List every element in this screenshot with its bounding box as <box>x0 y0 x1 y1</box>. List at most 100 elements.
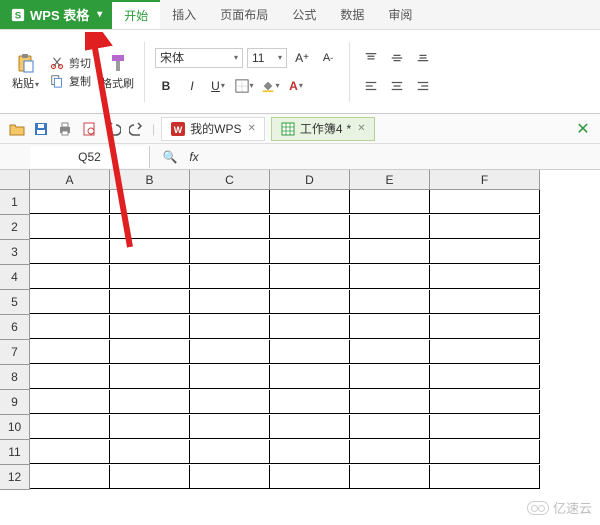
cell[interactable] <box>350 415 430 439</box>
column-header[interactable]: C <box>190 170 270 190</box>
italic-button[interactable]: I <box>181 75 203 97</box>
fill-color-icon[interactable]: ▾ <box>259 75 281 97</box>
cell[interactable] <box>190 240 270 264</box>
cell[interactable] <box>270 315 350 339</box>
cell[interactable] <box>30 190 110 214</box>
row-header[interactable]: 2 <box>0 215 30 240</box>
cell[interactable] <box>110 215 190 239</box>
cell[interactable] <box>350 465 430 489</box>
column-header[interactable]: E <box>350 170 430 190</box>
cell[interactable] <box>110 465 190 489</box>
menu-tab-formula[interactable]: 公式 <box>280 0 328 29</box>
cell[interactable] <box>430 240 540 264</box>
paste-label[interactable]: 粘贴▾ <box>12 75 39 91</box>
cell[interactable] <box>350 340 430 364</box>
font-size-select[interactable]: 11▾ <box>247 48 287 68</box>
cell[interactable] <box>190 365 270 389</box>
cell[interactable] <box>270 440 350 464</box>
save-icon[interactable] <box>32 120 50 138</box>
cell[interactable] <box>190 190 270 214</box>
cell[interactable] <box>190 265 270 289</box>
menu-tab-start[interactable]: 开始 <box>112 0 160 29</box>
cell[interactable] <box>30 290 110 314</box>
print-icon[interactable] <box>56 120 74 138</box>
cell[interactable] <box>430 315 540 339</box>
underline-button[interactable]: U▾ <box>207 75 229 97</box>
cell[interactable] <box>430 215 540 239</box>
new-tab-icon[interactable]: ✕ <box>574 120 592 138</box>
cell[interactable] <box>110 190 190 214</box>
decrease-font-icon[interactable]: A- <box>317 47 339 69</box>
cell[interactable] <box>350 365 430 389</box>
cell[interactable] <box>270 390 350 414</box>
select-all-corner[interactable] <box>0 170 30 190</box>
cell[interactable] <box>110 340 190 364</box>
menu-tab-review[interactable]: 审阅 <box>376 0 424 29</box>
cell[interactable] <box>110 390 190 414</box>
app-menu-button[interactable]: S WPS 表格 ▾ <box>0 0 112 29</box>
font-name-select[interactable]: 宋体▾ <box>155 48 243 68</box>
cell[interactable] <box>110 415 190 439</box>
cell[interactable] <box>190 315 270 339</box>
cell[interactable] <box>430 190 540 214</box>
cell[interactable] <box>270 340 350 364</box>
print-preview-icon[interactable] <box>80 120 98 138</box>
column-header[interactable]: F <box>430 170 540 190</box>
row-header[interactable]: 10 <box>0 415 30 440</box>
row-header[interactable]: 6 <box>0 315 30 340</box>
cell[interactable] <box>30 240 110 264</box>
cell[interactable] <box>270 190 350 214</box>
cell[interactable] <box>110 315 190 339</box>
cell[interactable] <box>270 265 350 289</box>
cell[interactable] <box>110 365 190 389</box>
fx-icon[interactable]: fx <box>182 150 206 164</box>
cell[interactable] <box>430 440 540 464</box>
cell[interactable] <box>350 390 430 414</box>
open-icon[interactable] <box>8 120 26 138</box>
search-icon[interactable]: 🔍 <box>158 150 182 164</box>
doc-tab-wps-home[interactable]: W 我的WPS ✕ <box>161 117 265 141</box>
cell[interactable] <box>30 415 110 439</box>
cell[interactable] <box>350 190 430 214</box>
cell[interactable] <box>190 290 270 314</box>
cell[interactable] <box>190 340 270 364</box>
close-icon[interactable]: ✕ <box>247 123 255 134</box>
cell[interactable] <box>190 215 270 239</box>
doc-tab-workbook[interactable]: 工作簿4 * ✕ <box>271 117 375 141</box>
cell[interactable] <box>30 390 110 414</box>
bold-button[interactable]: B <box>155 75 177 97</box>
font-color-icon[interactable]: A▾ <box>285 75 307 97</box>
row-header[interactable]: 8 <box>0 365 30 390</box>
cell[interactable] <box>190 440 270 464</box>
close-icon[interactable]: ✕ <box>357 123 365 134</box>
row-header[interactable]: 1 <box>0 190 30 215</box>
cell[interactable] <box>270 240 350 264</box>
redo-icon[interactable] <box>128 120 146 138</box>
cell[interactable] <box>350 315 430 339</box>
cell[interactable] <box>430 340 540 364</box>
cell[interactable] <box>270 465 350 489</box>
cell[interactable] <box>270 415 350 439</box>
copy-icon[interactable] <box>49 73 65 89</box>
cell[interactable] <box>30 215 110 239</box>
copy-label[interactable]: 复制 <box>69 73 91 89</box>
cell[interactable] <box>110 265 190 289</box>
increase-font-icon[interactable]: A+ <box>291 47 313 69</box>
cell[interactable] <box>190 390 270 414</box>
cell[interactable] <box>270 365 350 389</box>
cell[interactable] <box>30 340 110 364</box>
cell[interactable] <box>430 415 540 439</box>
cell[interactable] <box>430 365 540 389</box>
format-painter-label[interactable]: 格式刷 <box>101 75 134 91</box>
row-header[interactable]: 12 <box>0 465 30 490</box>
cell[interactable] <box>30 315 110 339</box>
row-header[interactable]: 4 <box>0 265 30 290</box>
row-header[interactable]: 3 <box>0 240 30 265</box>
menu-tab-insert[interactable]: 插入 <box>160 0 208 29</box>
cell[interactable] <box>190 465 270 489</box>
cell[interactable] <box>350 215 430 239</box>
paste-icon[interactable] <box>16 53 36 73</box>
cell[interactable] <box>350 240 430 264</box>
cell[interactable] <box>110 440 190 464</box>
undo-icon[interactable] <box>104 120 122 138</box>
